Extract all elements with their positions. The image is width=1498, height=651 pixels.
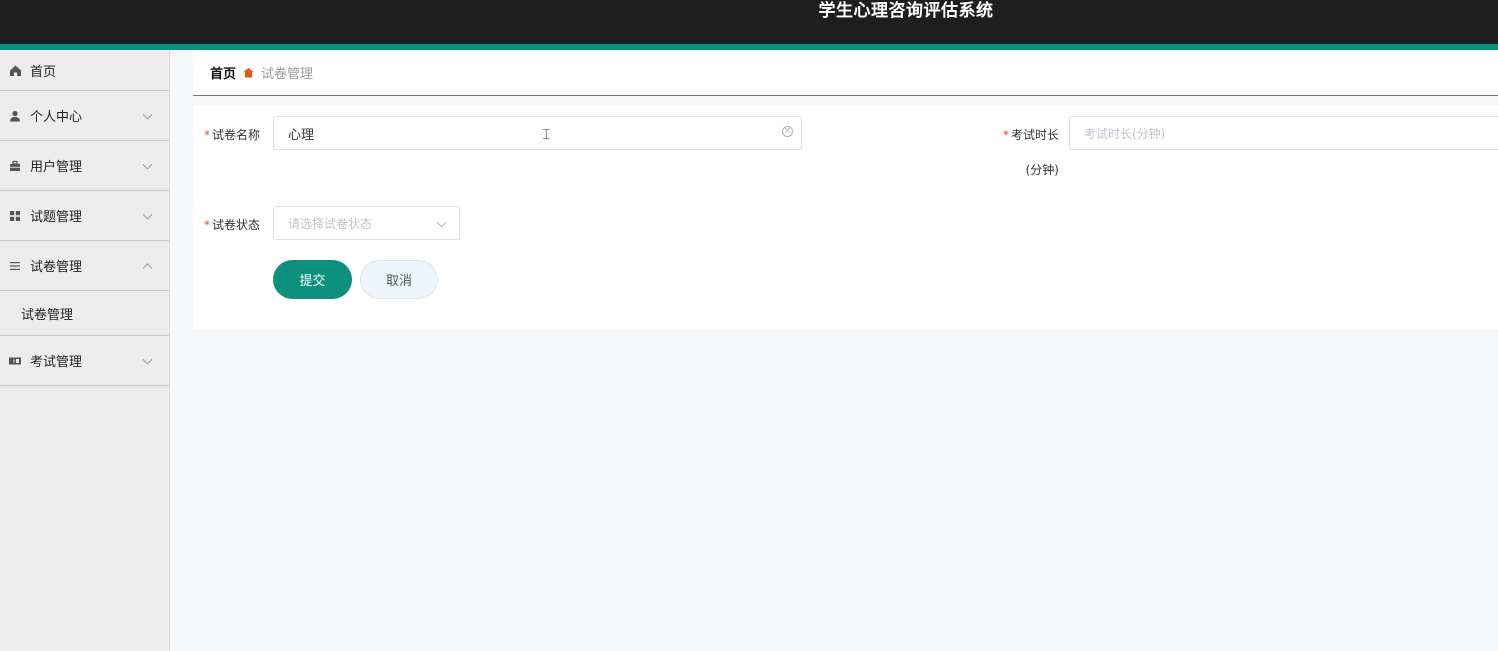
paper-status-select[interactable]: 请选择试卷状态	[273, 206, 460, 240]
clear-icon[interactable]: ×	[782, 126, 793, 137]
breadcrumb-home-link[interactable]: 首页	[210, 63, 236, 82]
required-mark: *	[204, 128, 210, 142]
sidebar-item-label: 试题管理	[30, 210, 83, 225]
chevron-down-icon	[436, 217, 447, 228]
sidebar-item-label: 考试管理	[30, 355, 83, 370]
sidebar: 首页 个人中心 用户管理 试题管理 试卷管理 试卷管理 考试管理	[0, 50, 170, 651]
app-title: 学生心理咨询评估系统	[818, 1, 994, 21]
text-cursor-icon: ⌶	[542, 127, 551, 143]
chevron-down-icon	[142, 109, 153, 120]
exam-duration-input[interactable]: 考试时长(分钟)	[1069, 116, 1498, 150]
breadcrumb: 首页 试卷管理	[193, 50, 1498, 96]
sidebar-item-label: 首页	[30, 64, 57, 80]
sidebar-subitem-paper-management[interactable]: 试卷管理	[0, 291, 169, 336]
list-icon	[8, 259, 22, 273]
sidebar-item-label: 个人中心	[30, 110, 83, 125]
cancel-button[interactable]: 取消	[360, 260, 438, 299]
breadcrumb-current: 试卷管理	[261, 67, 314, 82]
required-mark: *	[204, 218, 210, 232]
sidebar-item-label: 试卷管理	[30, 260, 83, 275]
sidebar-item-exam-management[interactable]: 考试管理	[0, 336, 169, 386]
paper-name-label: * 试卷名称	[204, 128, 261, 142]
sidebar-item-question-management[interactable]: 试题管理	[0, 191, 169, 241]
exam-duration-unit-label: (分钟)	[1025, 163, 1059, 177]
paper-name-input[interactable]: 心理 ⌶ ×	[273, 116, 802, 150]
sidebar-item-paper-management[interactable]: 试卷管理	[0, 241, 169, 291]
chevron-down-icon	[142, 354, 153, 365]
exam-icon	[8, 354, 22, 368]
top-header: 学生心理咨询评估系统	[0, 0, 1498, 50]
users-icon	[8, 159, 22, 173]
chevron-down-icon	[142, 209, 153, 220]
paper-form: * 试卷名称 心理 ⌶ × * 考试时长 (分钟) 考试时长(分钟) * 试卷状态 请…	[193, 105, 1498, 330]
sidebar-item-label: 用户管理	[30, 160, 83, 175]
paper-status-label: * 试卷状态	[204, 218, 261, 232]
home-separator-icon	[243, 67, 254, 78]
sidebar-item-home[interactable]: 首页	[0, 50, 169, 91]
chevron-down-icon	[142, 159, 153, 170]
submit-button[interactable]: 提交	[273, 260, 352, 299]
sidebar-item-personal-center[interactable]: 个人中心	[0, 91, 169, 141]
required-mark: *	[1002, 128, 1009, 142]
user-icon	[8, 109, 22, 123]
exam-duration-label: * 考试时长	[1002, 128, 1059, 142]
sidebar-item-user-management[interactable]: 用户管理	[0, 141, 169, 191]
chevron-up-icon	[142, 262, 153, 273]
grid-icon	[8, 209, 22, 223]
home-icon	[8, 63, 22, 77]
